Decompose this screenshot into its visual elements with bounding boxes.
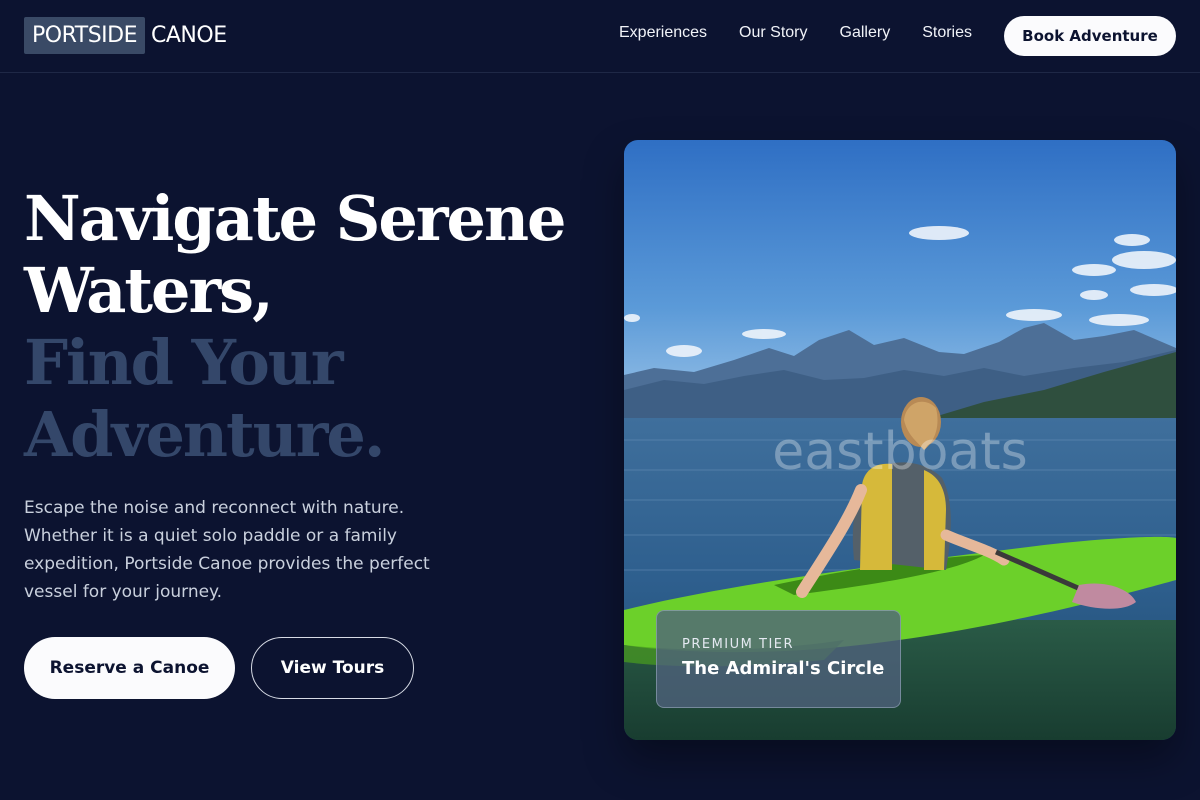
- headline-line-2: Waters,: [24, 254, 274, 327]
- headline-line-4: Adventure.: [24, 398, 385, 471]
- headline-line-3: Find Your: [24, 326, 344, 399]
- nav-stories[interactable]: Stories: [922, 24, 972, 42]
- reserve-canoe-button[interactable]: Reserve a Canoe: [24, 637, 235, 699]
- hero-description: Escape the noise and reconnect with natu…: [24, 498, 430, 602]
- nav-our-story[interactable]: Our Story: [739, 24, 807, 42]
- site-header: PORTSIDE CANOE Experiences Our Story Gal…: [0, 0, 1200, 73]
- hero-headline: Navigate Serene Waters, Find Your Advent…: [24, 183, 604, 471]
- nav-experiences[interactable]: Experiences: [619, 24, 707, 42]
- tier-label: PREMIUM TIER: [682, 637, 795, 652]
- tier-title: The Admiral's Circle: [682, 658, 885, 679]
- main-nav: Experiences Our Story Gallery Stories: [619, 24, 972, 42]
- nav-gallery[interactable]: Gallery: [840, 24, 891, 42]
- headline-line-1: Navigate Serene: [24, 182, 566, 255]
- logo-text: CANOE: [151, 23, 227, 48]
- logo-box-text: PORTSIDE: [24, 17, 146, 54]
- logo[interactable]: PORTSIDE CANOE: [24, 17, 227, 54]
- view-tours-button[interactable]: View Tours: [251, 637, 414, 699]
- hero-image: eastboats PREMIUM TIER The Admiral's Cir…: [624, 140, 1176, 740]
- book-adventure-button[interactable]: Book Adventure: [1004, 16, 1176, 56]
- tier-card[interactable]: PREMIUM TIER The Admiral's Circle: [656, 610, 901, 708]
